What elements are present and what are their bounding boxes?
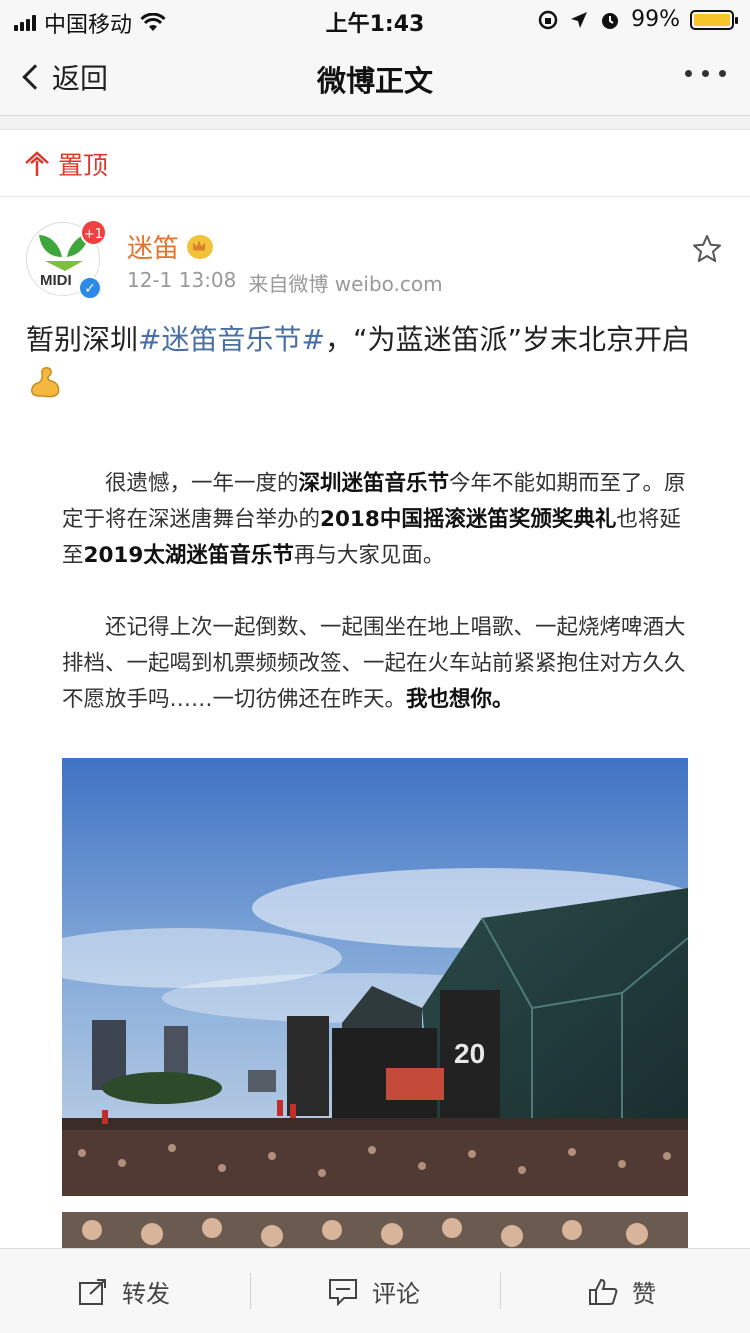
like-label: 赞 <box>632 1280 656 1308</box>
post-photo[interactable] <box>62 1212 688 1252</box>
repost-icon <box>79 1278 106 1305</box>
post-text-part: 暂别深圳 <box>26 323 139 356</box>
post-text: 暂别深圳#迷笛音乐节#，“为蓝迷笛派”岁末北京开启 <box>26 320 726 360</box>
post-time: 12-1 13:08 <box>127 268 237 292</box>
text-span: 很遗憾，一年一度的 <box>105 471 299 496</box>
battery-icon <box>690 9 738 30</box>
repost-button[interactable]: 转发 <box>78 1249 170 1333</box>
nav-bar: 返回 微博正文 <box>0 40 750 116</box>
bold-text: 深圳迷笛音乐节 <box>298 471 450 496</box>
like-button[interactable]: 赞 <box>588 1249 656 1333</box>
hashtag-link[interactable]: #迷笛音乐节# <box>138 323 325 356</box>
location-icon <box>571 11 588 28</box>
notification-badge: +1 <box>80 219 107 246</box>
repost-label: 转发 <box>122 1280 170 1308</box>
pinned-label: 置顶 <box>58 150 109 180</box>
svg-text:MIDI: MIDI <box>40 272 72 289</box>
action-bar: 转发 评论 赞 <box>0 1248 750 1333</box>
rotation-lock-icon <box>538 10 558 29</box>
flexed-biceps-icon <box>31 367 60 398</box>
author-name-text: 迷笛 <box>127 234 180 264</box>
more-dot-icon <box>685 70 692 77</box>
bold-text: 2019太湖迷笛音乐节 <box>83 543 294 568</box>
comment-label: 评论 <box>372 1280 420 1308</box>
post-photo[interactable]: 20 <box>62 758 688 1196</box>
alarm-icon <box>602 12 619 29</box>
author-name[interactable]: 迷笛 <box>127 228 214 265</box>
bold-text: 2018中国摇滚迷笛奖颁奖典礼 <box>320 507 617 532</box>
pin-top-icon <box>25 150 49 176</box>
verified-icon: ✓ <box>78 276 102 300</box>
battery-percent: 99% <box>631 7 680 32</box>
more-button[interactable] <box>685 70 726 77</box>
status-bar: 中国移动 上午1:43 99% <box>0 0 750 40</box>
long-text-paragraph: 还记得上次一起倒数、一起围坐在地上唱歌、一起烧烤啤酒大排档、一起喝到机票频频改签… <box>62 610 688 718</box>
svg-text:20: 20 <box>454 1038 485 1069</box>
crowd-photo <box>62 1212 688 1252</box>
thumbs-up-icon <box>589 1278 618 1305</box>
comment-icon <box>329 1278 357 1306</box>
long-text-paragraph: 很遗憾，一年一度的深圳迷笛音乐节今年不能如期而至了。原定于将在深迷唐舞台举办的2… <box>62 466 688 574</box>
page-title: 微博正文 <box>316 64 433 98</box>
more-dot-icon <box>719 70 726 77</box>
post-source: 来自微博 weibo.com <box>248 272 443 296</box>
long-text-image[interactable]: 很遗憾，一年一度的深圳迷笛音乐节今年不能如期而至了。原定于将在深迷唐舞台举办的2… <box>62 466 688 754</box>
post-meta: 12-1 13:08 来自微博 weibo.com <box>127 268 443 297</box>
divider <box>500 1273 501 1309</box>
comment-button[interactable]: 评论 <box>328 1249 420 1333</box>
text-span: 还记得上次一起倒数、一起围坐在地上唱歌、一起烧烤啤酒大排档、一起喝到机票频频改签… <box>62 615 686 712</box>
crown-icon <box>187 234 214 259</box>
divider <box>250 1273 251 1309</box>
more-dot-icon <box>702 70 709 77</box>
post-text-part: ，“为蓝迷笛派”岁末北京开启 <box>324 323 690 356</box>
bold-text: 我也想你。 <box>406 687 514 712</box>
text-span: 再与大家见面。 <box>293 543 445 568</box>
section-gap <box>0 116 750 130</box>
pinned-indicator: 置顶 <box>0 131 750 197</box>
star-icon[interactable] <box>692 234 722 264</box>
festival-photo: 20 <box>62 758 688 1196</box>
